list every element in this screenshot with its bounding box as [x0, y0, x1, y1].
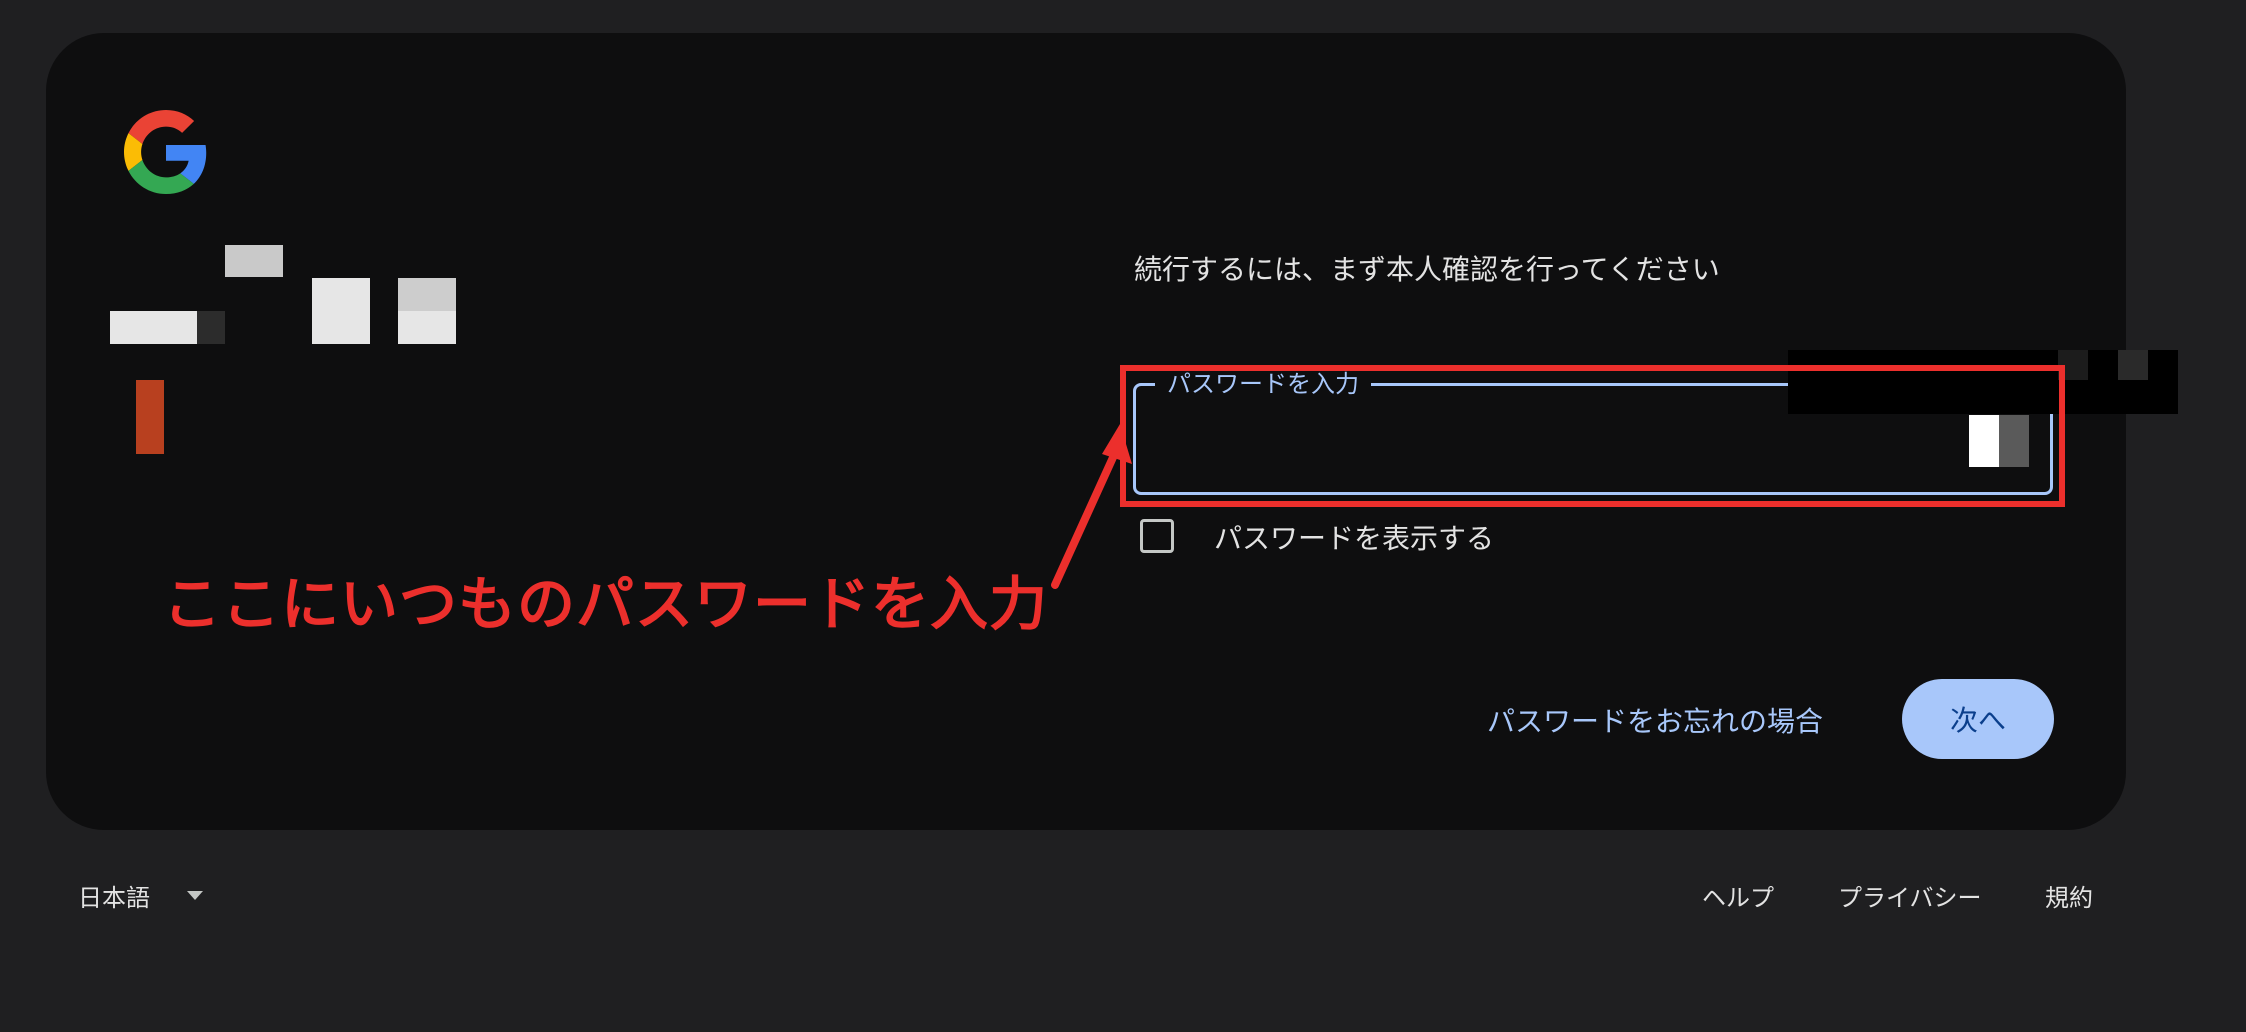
caret-down-icon[interactable] [187, 891, 203, 900]
google-logo-icon [124, 110, 207, 194]
show-password-label[interactable]: パスワードを表示する [1214, 517, 1494, 557]
mosaic-block [2118, 350, 2148, 380]
mosaic-block [136, 380, 164, 454]
mosaic-block [197, 311, 225, 344]
next-button[interactable]: 次へ [1902, 679, 2054, 759]
language-selector[interactable]: 日本語 [78, 878, 150, 913]
footer-terms-link[interactable]: 規約 [2045, 878, 2093, 913]
mosaic-block [225, 245, 283, 277]
annotation-highlight-box [1120, 365, 2065, 507]
mosaic-block [398, 278, 456, 311]
mosaic-block [398, 311, 456, 344]
page-subtitle: 続行するには、まず本人確認を行ってください [1134, 253, 1720, 286]
mosaic-block [312, 278, 370, 344]
annotation-text: ここにいつものパスワードを入力 [163, 570, 1049, 638]
annotation-arrow-icon [1051, 424, 1132, 589]
footer-privacy-link[interactable]: プライバシー [1838, 878, 1982, 913]
forgot-password-link[interactable]: パスワードをお忘れの場合 [1487, 700, 1823, 740]
footer-help-link[interactable]: ヘルプ [1702, 878, 1774, 913]
show-password-checkbox[interactable] [1140, 519, 1174, 553]
mosaic-block [110, 311, 197, 344]
